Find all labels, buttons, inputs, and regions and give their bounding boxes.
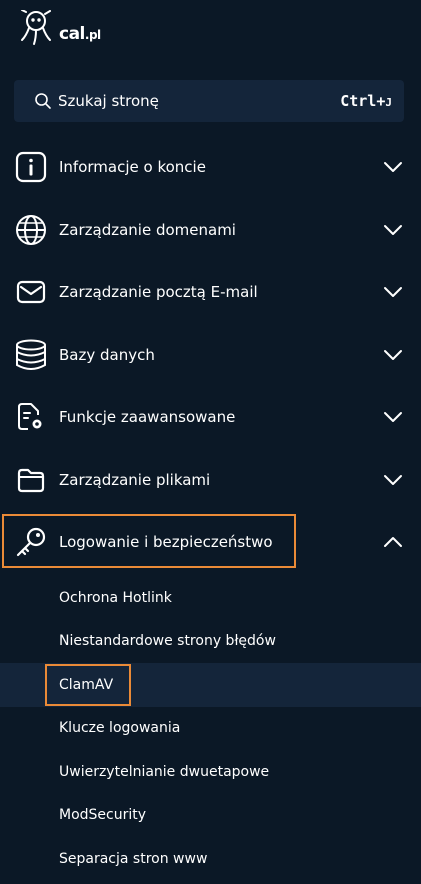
submenu-item-two-factor[interactable]: Uwierzytelnianie dwuetapowe (0, 750, 421, 794)
security-submenu: Ochrona Hotlink Niestandardowe strony bł… (0, 576, 421, 881)
menu-item-email[interactable]: Zarządzanie pocztą E-mail (0, 261, 421, 324)
menu-item-files[interactable]: Zarządzanie plikami (0, 449, 421, 512)
submenu-item-site-separation[interactable]: Separacja stron www (0, 837, 421, 881)
submenu-item-clamav[interactable]: ClamAV (0, 663, 421, 707)
submenu-item-hotlink[interactable]: Ochrona Hotlink (0, 576, 421, 620)
menu-item-label: Bazy danych (59, 345, 155, 364)
database-icon (14, 338, 48, 372)
chevron-down-icon (384, 224, 402, 235)
submenu-item-label: Klucze logowania (59, 720, 181, 737)
search-placeholder: Szukaj stronę (58, 92, 159, 110)
menu-item-label: Zarządzanie plikami (59, 470, 211, 489)
menu-item-label: Zarządzanie pocztą E-mail (59, 283, 258, 302)
info-icon (14, 150, 48, 184)
submenu-item-label: Ochrona Hotlink (59, 589, 172, 606)
brand-wordmark: cal.pl (59, 24, 101, 44)
chevron-up-icon (384, 537, 402, 548)
menu-item-label: Funkcje zaawansowane (59, 408, 236, 427)
menu-item-domains[interactable]: Zarządzanie domenami (0, 199, 421, 262)
mail-icon (14, 275, 48, 309)
submenu-item-label: Niestandardowe strony błędów (59, 633, 276, 650)
file-settings-icon (14, 400, 48, 434)
submenu-item-login-keys[interactable]: Klucze logowania (0, 707, 421, 751)
search-icon (35, 93, 51, 109)
sidebar-menu: Informacje o koncie Zarządzanie domenami… (0, 136, 421, 574)
submenu-item-modsecurity[interactable]: ModSecurity (0, 794, 421, 838)
folder-icon (14, 463, 48, 497)
menu-item-databases[interactable]: Bazy danych (0, 324, 421, 387)
chevron-down-icon (384, 162, 402, 173)
menu-item-security[interactable]: Logowanie i bezpieczeństwo (0, 511, 421, 574)
submenu-item-label: ModSecurity (59, 807, 147, 824)
key-icon (14, 525, 48, 559)
chevron-down-icon (384, 474, 402, 485)
submenu-item-label: ClamAV (59, 676, 114, 693)
search-input[interactable]: Szukaj stronę Ctrl+J (14, 80, 404, 122)
menu-item-account-info[interactable]: Informacje o koncie (0, 136, 421, 199)
submenu-item-label: Separacja stron www (59, 850, 208, 867)
brand-logo[interactable]: cal.pl (16, 10, 116, 52)
chevron-down-icon (384, 349, 402, 360)
menu-item-label: Logowanie i bezpieczeństwo (59, 533, 273, 552)
menu-item-label: Zarządzanie domenami (59, 220, 236, 239)
submenu-item-label: Uwierzytelnianie dwuetapowe (59, 763, 270, 780)
globe-icon (14, 213, 48, 247)
menu-item-advanced[interactable]: Funkcje zaawansowane (0, 386, 421, 449)
menu-item-label: Informacje o koncie (59, 158, 206, 177)
chevron-down-icon (384, 287, 402, 298)
search-shortcut: Ctrl+J (340, 92, 392, 110)
submenu-item-error-pages[interactable]: Niestandardowe strony błędów (0, 620, 421, 664)
chevron-down-icon (384, 412, 402, 423)
